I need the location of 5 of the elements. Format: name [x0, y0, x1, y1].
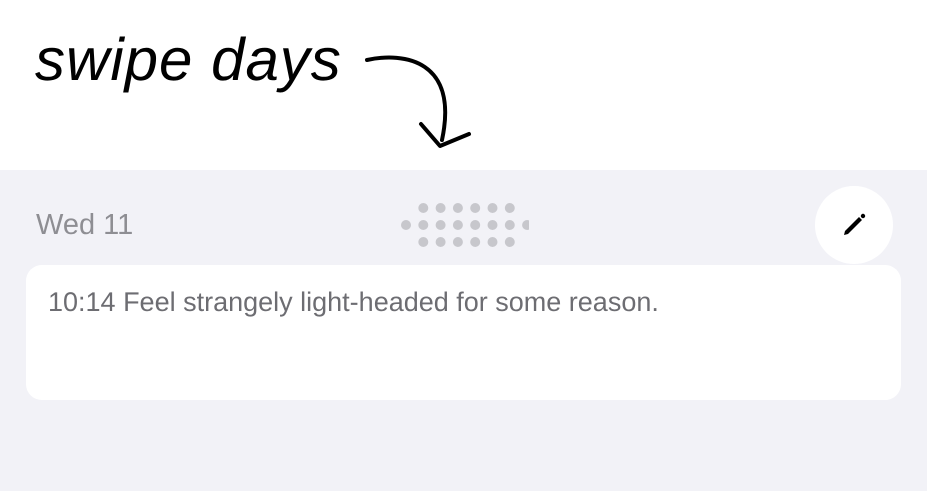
annotation-text: swipe days — [35, 25, 342, 95]
grip-icon[interactable] — [400, 203, 528, 247]
pencil-icon — [841, 212, 867, 238]
entry-text: 10:14 Feel strangely light-headed for some reason. — [48, 287, 660, 318]
day-title: Wed 11 — [36, 208, 134, 242]
